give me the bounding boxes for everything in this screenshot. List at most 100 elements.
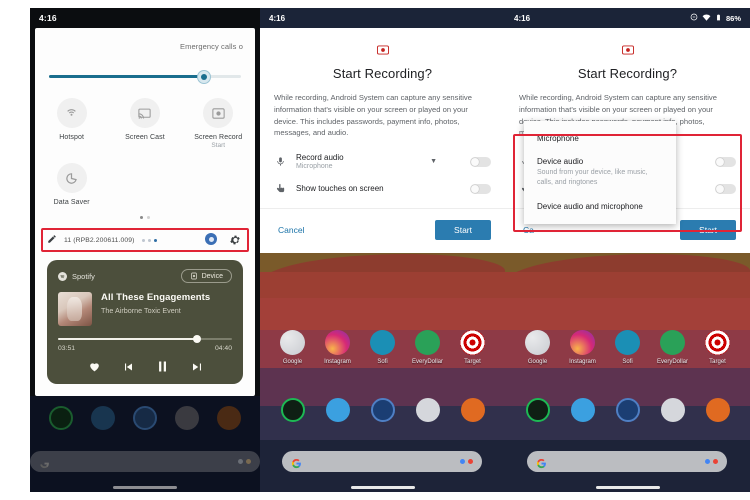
- dialog-options: Record audio Microphone ▼ Show touches o…: [274, 148, 491, 202]
- nav-pill-right[interactable]: [595, 486, 660, 489]
- option-label: Record audio: [296, 153, 344, 163]
- app-target[interactable]: Target: [454, 330, 492, 365]
- option-record-audio[interactable]: Record audio Microphone ▼: [274, 148, 491, 175]
- google-app-icon: [525, 330, 550, 355]
- menu-item-device-audio[interactable]: Device audio Sound from your device, lik…: [524, 150, 676, 195]
- adidas-icon[interactable]: [660, 398, 685, 422]
- orange-app-icon[interactable]: [460, 398, 485, 422]
- instagram-icon: [570, 330, 595, 355]
- qs-tile-screen-cast[interactable]: Screen Cast: [108, 98, 181, 149]
- status-bar-left: 4:16: [30, 8, 260, 28]
- spotify-icon[interactable]: [49, 406, 73, 430]
- previous-button[interactable]: [122, 361, 134, 373]
- status-bar-middle: 4:16: [260, 8, 505, 28]
- qs-tile-label: Screen Record: [194, 134, 243, 141]
- twitter-icon[interactable]: [91, 406, 115, 430]
- google-search-bar-middle[interactable]: [282, 451, 482, 472]
- phone-right: 4:16 86% Start Recording? While recordin…: [505, 8, 750, 492]
- nav-pill-middle[interactable]: [350, 486, 415, 489]
- sofi-icon: [370, 330, 395, 355]
- nav-pill-left[interactable]: [113, 486, 177, 489]
- cancel-button[interactable]: Ca: [519, 222, 538, 238]
- favorite-button[interactable]: [88, 360, 101, 373]
- emergency-calls-label[interactable]: Emergency calls o: [180, 42, 243, 51]
- menu-item-device-audio-and-microphone[interactable]: Device audio and microphone: [524, 195, 676, 218]
- brightness-fill: [49, 75, 204, 78]
- app-row-middle: Google Instagram Sofi EveryDollar Target: [260, 330, 505, 365]
- elapsed-time: 03:51: [58, 345, 76, 352]
- sofi-icon: [615, 330, 640, 355]
- app-label: Sofi: [377, 359, 388, 365]
- qs-tile-data-saver[interactable]: Data Saver: [35, 163, 108, 206]
- option-show-touches[interactable]: Show touches on screen: [274, 175, 491, 202]
- cast-icon: [129, 98, 160, 128]
- app-instagram[interactable]: Instagram: [564, 330, 602, 365]
- dock-row-left: [30, 406, 260, 430]
- adidas-icon[interactable]: [415, 398, 440, 422]
- brightness-knob[interactable]: [197, 70, 211, 84]
- seek-knob[interactable]: [192, 335, 201, 343]
- brightness-slider[interactable]: [49, 70, 241, 84]
- media-track-info: All These Engagements The Airborne Toxic…: [58, 292, 232, 326]
- app-everydollar[interactable]: EveryDollar: [409, 330, 447, 365]
- quick-settings-panel: 4:16 Emergency calls o Hotspot Screen Ca…: [30, 8, 260, 492]
- show-touches-toggle[interactable]: [715, 183, 736, 194]
- pause-button[interactable]: [155, 359, 170, 374]
- record-audio-toggle[interactable]: [715, 156, 736, 167]
- show-touches-toggle[interactable]: [470, 183, 491, 194]
- pencil-icon[interactable]: [47, 231, 57, 249]
- orange-app-icon[interactable]: [705, 398, 730, 422]
- app-label: Target: [709, 359, 726, 365]
- device-output-button[interactable]: Device: [180, 269, 232, 283]
- menu-item-label: Device audio and microphone: [537, 202, 643, 212]
- twitter-icon[interactable]: [570, 398, 595, 422]
- menu-item-microphone[interactable]: Microphone: [524, 127, 676, 150]
- qs-tile-hotspot[interactable]: Hotspot: [35, 98, 108, 149]
- blue-app-icon[interactable]: [615, 398, 640, 422]
- target-icon: [460, 330, 485, 355]
- seek-bar[interactable]: [58, 335, 232, 343]
- next-button[interactable]: [191, 361, 203, 373]
- google-lens-icon[interactable]: [705, 459, 718, 464]
- twitter-icon[interactable]: [325, 398, 350, 422]
- dock-row-right: [505, 398, 750, 422]
- start-button[interactable]: Start: [435, 220, 491, 241]
- menu-item-sublabel: Sound from your device, like music, call…: [537, 169, 648, 187]
- device-button-label: Device: [201, 272, 223, 280]
- qs-tile-screen-record[interactable]: Screen Record Start: [182, 98, 255, 149]
- google-search-bar-left[interactable]: [30, 451, 260, 472]
- audio-source-menu: Microphone Device audio Sound from your …: [524, 121, 676, 225]
- app-sofi[interactable]: Sofi: [364, 330, 402, 365]
- cancel-button[interactable]: Cancel: [274, 222, 308, 238]
- google-search-bar-right[interactable]: [527, 451, 727, 472]
- orange-app-icon[interactable]: [217, 406, 241, 430]
- option-text: Record audio Microphone: [296, 153, 421, 170]
- status-bar-right: 4:16 86%: [505, 8, 750, 28]
- screen-record-icon: [519, 43, 736, 57]
- spotify-icon[interactable]: [280, 398, 305, 422]
- screen-record-icon: [274, 43, 491, 57]
- google-lens-icon[interactable]: [238, 459, 251, 464]
- blue-app-icon[interactable]: [370, 398, 395, 422]
- app-target[interactable]: Target: [699, 330, 737, 365]
- adidas-icon[interactable]: [175, 406, 199, 430]
- app-everydollar[interactable]: EveryDollar: [654, 330, 692, 365]
- google-lens-icon[interactable]: [460, 459, 473, 464]
- build-number-row[interactable]: 11 (RPB2.200611.009): [41, 228, 249, 252]
- qs-tile-label: Data Saver: [53, 199, 90, 206]
- dialog-actions: Cancel Start: [274, 209, 491, 253]
- blue-app-icon[interactable]: [133, 406, 157, 430]
- start-button[interactable]: Start: [680, 220, 736, 241]
- gear-icon[interactable]: [229, 233, 241, 245]
- app-instagram[interactable]: Instagram: [319, 330, 357, 365]
- record-audio-toggle[interactable]: [470, 156, 491, 167]
- screen-record-icon: [203, 98, 234, 128]
- spotify-icon[interactable]: [525, 398, 550, 422]
- app-label: Google: [282, 359, 303, 365]
- user-icon[interactable]: [205, 233, 217, 245]
- app-label: Google: [527, 359, 548, 365]
- app-google[interactable]: Google: [274, 330, 312, 365]
- chevron-down-icon[interactable]: ▼: [430, 158, 437, 165]
- app-google[interactable]: Google: [519, 330, 557, 365]
- app-sofi[interactable]: Sofi: [609, 330, 647, 365]
